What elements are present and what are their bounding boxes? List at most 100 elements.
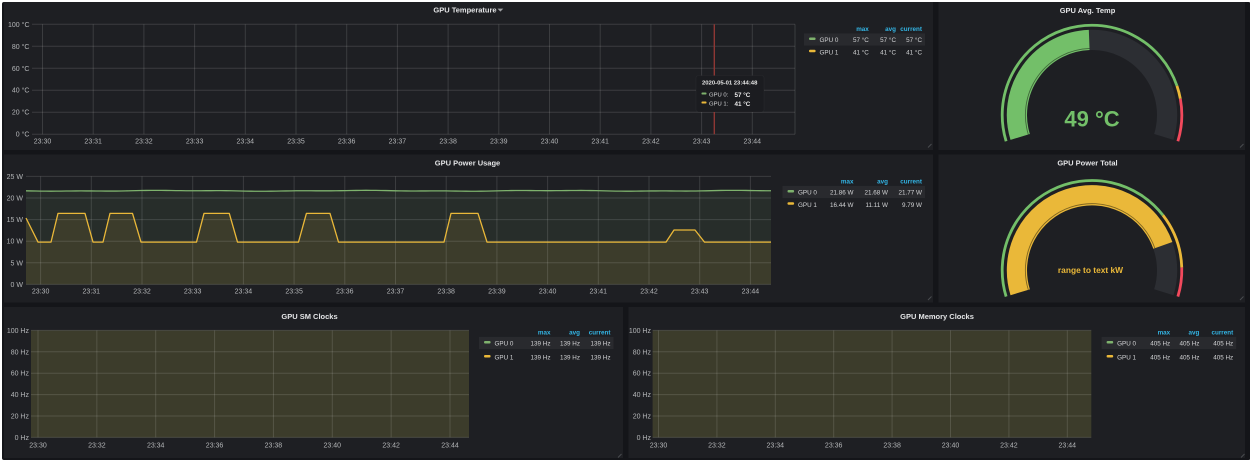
svg-text:23:41: 23:41 (590, 289, 608, 296)
svg-text:5 W: 5 W (11, 260, 24, 267)
svg-text:23:36: 23:36 (336, 289, 354, 296)
svg-text:23:33: 23:33 (184, 289, 202, 296)
svg-text:16.44 W: 16.44 W (830, 202, 854, 209)
svg-text:41 °C: 41 °C (906, 48, 922, 56)
svg-text:23:37: 23:37 (387, 289, 405, 296)
svg-text:23:38: 23:38 (439, 139, 457, 146)
svg-text:23:35: 23:35 (287, 139, 305, 146)
svg-text:GPU 0: GPU 0 (1117, 341, 1136, 348)
svg-text:80 °C: 80 °C (12, 43, 30, 51)
svg-text:23:38: 23:38 (437, 289, 455, 296)
svg-text:23:40: 23:40 (541, 139, 559, 146)
svg-text:100 °C: 100 °C (8, 21, 29, 29)
svg-text:15 W: 15 W (7, 217, 24, 224)
svg-text:23:32: 23:32 (133, 289, 151, 296)
svg-text:23:35: 23:35 (285, 289, 303, 296)
svg-text:23:42: 23:42 (382, 443, 400, 450)
svg-text:GPU 1: GPU 1 (495, 355, 514, 362)
svg-text:23:33: 23:33 (186, 139, 204, 146)
svg-text:23:38: 23:38 (883, 443, 901, 450)
svg-text:23:43: 23:43 (693, 139, 711, 146)
svg-text:max: max (538, 329, 551, 336)
svg-text:23:34: 23:34 (147, 443, 165, 450)
svg-text:max: max (1158, 329, 1171, 336)
svg-text:23:31: 23:31 (83, 289, 101, 296)
svg-text:60 Hz: 60 Hz (633, 371, 652, 378)
svg-text:9.79 W: 9.79 W (902, 202, 922, 209)
svg-text:21.77 W: 21.77 W (899, 190, 923, 197)
svg-text:23:39: 23:39 (488, 289, 506, 296)
svg-text:max: max (841, 178, 854, 185)
svg-text:11.11 W: 11.11 W (865, 202, 888, 209)
svg-text:GPU 0: GPU 0 (495, 341, 514, 348)
svg-text:100 Hz: 100 Hz (7, 328, 30, 335)
svg-text:405 Hz: 405 Hz (1150, 341, 1170, 348)
svg-text:23:37: 23:37 (389, 139, 407, 146)
svg-text:range to text kW: range to text kW (1058, 265, 1123, 275)
svg-text:23:32: 23:32 (135, 139, 153, 146)
svg-text:23:40: 23:40 (942, 443, 960, 450)
svg-text:405 Hz: 405 Hz (1179, 341, 1199, 348)
svg-text:100 Hz: 100 Hz (629, 328, 652, 335)
svg-text:avg: avg (885, 26, 896, 33)
svg-text:23:36: 23:36 (338, 139, 356, 146)
svg-text:21.68 W: 21.68 W (865, 190, 889, 197)
svg-text:GPU 1: GPU 1 (798, 202, 817, 209)
svg-text:23:42: 23:42 (640, 289, 658, 296)
svg-text:405 Hz: 405 Hz (1179, 355, 1199, 362)
svg-text:23:42: 23:42 (642, 139, 660, 146)
svg-text:23:40: 23:40 (324, 443, 342, 450)
svg-text:41 °C: 41 °C (735, 100, 751, 108)
svg-text:23:41: 23:41 (591, 139, 609, 146)
svg-text:current: current (589, 329, 612, 336)
svg-text:80 Hz: 80 Hz (11, 349, 30, 356)
svg-text:139 Hz: 139 Hz (531, 355, 551, 362)
svg-text:0 °C: 0 °C (16, 131, 30, 139)
svg-text:avg: avg (877, 178, 888, 185)
svg-text:405 Hz: 405 Hz (1150, 355, 1170, 362)
svg-text:0 W: 0 W (11, 282, 24, 289)
svg-text:GPU 1: GPU 1 (1117, 355, 1136, 362)
svg-text:139 Hz: 139 Hz (531, 341, 551, 348)
svg-text:23:44: 23:44 (1059, 443, 1077, 450)
svg-text:23:34: 23:34 (235, 289, 253, 296)
svg-text:60 Hz: 60 Hz (11, 371, 30, 378)
svg-text:avg: avg (1189, 329, 1200, 336)
svg-text:23:32: 23:32 (88, 443, 106, 450)
svg-text:80 Hz: 80 Hz (633, 349, 652, 356)
svg-text:23:39: 23:39 (490, 139, 508, 146)
svg-text:23:44: 23:44 (742, 289, 760, 296)
svg-text:41 °C: 41 °C (853, 48, 869, 56)
svg-text:23:31: 23:31 (84, 139, 102, 146)
svg-text:23:42: 23:42 (1000, 443, 1018, 450)
svg-text:23:32: 23:32 (708, 443, 726, 450)
svg-text:GPU 0: GPU 0 (820, 37, 839, 44)
svg-text:57 °C: 57 °C (853, 36, 869, 44)
svg-text:current: current (1211, 329, 1234, 336)
svg-text:49 °C: 49 °C (1064, 107, 1119, 132)
svg-text:25 W: 25 W (7, 174, 24, 181)
svg-text:23:40: 23:40 (539, 289, 557, 296)
svg-text:GPU SM Clocks: GPU SM Clocks (281, 312, 337, 321)
svg-text:23:34: 23:34 (237, 139, 255, 146)
svg-text:405 Hz: 405 Hz (1213, 355, 1233, 362)
svg-text:avg: avg (569, 329, 580, 336)
svg-text:GPU 1: GPU 1 (820, 49, 839, 56)
svg-text:57 °C: 57 °C (735, 91, 751, 99)
svg-text:23:30: 23:30 (34, 139, 52, 146)
svg-text:21.86 W: 21.86 W (830, 190, 854, 197)
svg-text:139 Hz: 139 Hz (591, 355, 611, 362)
svg-text:max: max (856, 26, 869, 33)
svg-text:10 W: 10 W (7, 239, 24, 246)
svg-text:41 °C: 41 °C (880, 48, 896, 56)
svg-text:GPU Memory Clocks: GPU Memory Clocks (900, 312, 974, 321)
svg-text:23:43: 23:43 (691, 289, 709, 296)
svg-text:23:38: 23:38 (265, 443, 283, 450)
svg-text:40 °C: 40 °C (12, 87, 30, 95)
svg-text:23:34: 23:34 (767, 443, 785, 450)
svg-text:40 Hz: 40 Hz (633, 392, 652, 399)
svg-text:23:30: 23:30 (29, 443, 47, 450)
svg-text:20 W: 20 W (7, 196, 24, 203)
svg-text:0 Hz: 0 Hz (637, 435, 652, 442)
svg-text:57 °C: 57 °C (880, 36, 896, 44)
